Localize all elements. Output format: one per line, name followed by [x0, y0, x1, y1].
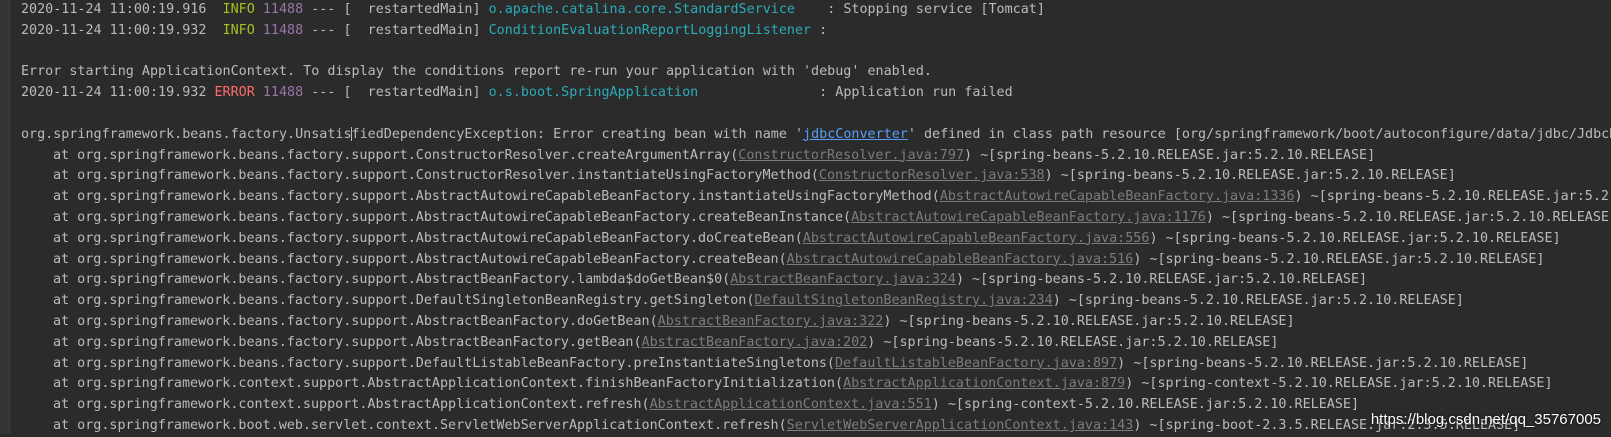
log-logger: o.apache.catalina.core.StandardService — [488, 2, 820, 17]
log-thread: --- [ restartedMain] — [311, 22, 481, 38]
frame-text: at org.springframework.beans.factory.sup… — [53, 230, 803, 246]
frame-jar: ) ~[spring-context-5.2.10.RELEASE.jar:5.… — [1125, 376, 1553, 392]
frame-text: at org.springframework.beans.factory.sup… — [53, 272, 731, 288]
exception-text: ' defined in class path resource [org/sp… — [907, 126, 1611, 142]
source-link[interactable]: DefaultSingletonBeanRegistry.java:234 — [754, 293, 1052, 308]
frame-text: at org.springframework.beans.factory.sup… — [53, 334, 642, 350]
stack-frame: at org.springframework.beans.factory.sup… — [21, 333, 1611, 354]
console-output[interactable]: 2020-11-24 11:00:19.916 INFO 11488 --- [… — [21, 0, 1611, 437]
log-line: 2020-11-24 11:00:19.932 ERROR 11488 --- … — [21, 83, 1611, 104]
source-link[interactable]: DefaultListableBeanFactory.java:897 — [835, 356, 1117, 371]
stack-frame: at org.springframework.beans.factory.sup… — [21, 166, 1611, 187]
source-link[interactable]: AbstractApplicationContext.java:551 — [650, 397, 932, 412]
frame-text: at org.springframework.beans.factory.sup… — [53, 293, 755, 309]
stack-frame: at org.springframework.context.support.A… — [21, 374, 1611, 395]
source-link[interactable]: AbstractAutowireCapableBeanFactory.java:… — [851, 210, 1206, 225]
frame-text: at org.springframework.context.support.A… — [53, 397, 650, 413]
log-pid: 11488 — [262, 2, 304, 17]
frame-jar: ) ~[spring-beans-5.2.10.RELEASE.jar:5.2.… — [1117, 355, 1529, 371]
frame-text: at org.springframework.beans.factory.sup… — [53, 189, 940, 205]
log-pid: 11488 — [262, 22, 304, 38]
stack-frame: at org.springframework.beans.factory.sup… — [21, 187, 1611, 208]
log-message: : Stopping service [Tomcat] — [827, 2, 1045, 17]
exception-text: org.springframework.beans.factory.Unsati… — [21, 126, 352, 142]
source-link[interactable]: AbstractBeanFactory.java:202 — [642, 335, 868, 350]
stack-frame: at org.springframework.beans.factory.sup… — [21, 208, 1611, 229]
source-link[interactable]: AbstractAutowireCapableBeanFactory.java:… — [803, 231, 1150, 246]
stack-frame: at org.springframework.beans.factory.sup… — [21, 354, 1611, 375]
log-level: ERROR — [214, 85, 255, 101]
log-timestamp: 2020-11-24 11:00:19.932 — [21, 22, 207, 38]
source-link[interactable]: AbstractBeanFactory.java:324 — [730, 272, 956, 287]
source-link[interactable]: AbstractApplicationContext.java:879 — [843, 376, 1125, 391]
editor-gutter — [0, 0, 10, 434]
frame-jar: ) ~[spring-beans-5.2.10.RELEASE.jar:5.2.… — [1133, 251, 1545, 267]
log-message: : — [819, 22, 828, 38]
log-message: Error starting ApplicationContext. To di… — [21, 64, 932, 80]
log-thread: --- [ restartedMain] — [311, 85, 481, 101]
frame-jar: ) ~[spring-beans-5.2.10.RELEASE.jar:5.2.… — [867, 334, 1279, 350]
log-logger: ConditionEvaluationReportLoggingListener — [488, 22, 820, 38]
frame-text: at org.springframework.beans.factory.sup… — [53, 313, 658, 329]
frame-jar: ) ~[spring-context-5.2.10.RELEASE.jar:5.… — [931, 397, 1360, 413]
stack-frame: at org.springframework.beans.factory.sup… — [21, 229, 1611, 250]
source-link[interactable]: AbstractAutowireCapableBeanFactory.java:… — [787, 252, 1134, 267]
source-link[interactable]: ServletWebServerApplicationContext.java:… — [787, 418, 1134, 433]
frame-jar: ) ~[spring-beans-5.2.10.RELEASE.jar:5.2.… — [1149, 230, 1561, 246]
log-line: 2020-11-24 11:00:19.916 INFO 11488 --- [… — [21, 0, 1611, 21]
frame-text: at org.springframework.context.support.A… — [53, 376, 844, 392]
log-timestamp: 2020-11-24 11:00:19.932 — [21, 85, 207, 101]
log-line: Error starting ApplicationContext. To di… — [21, 62, 1611, 83]
stack-frame: at org.springframework.beans.factory.sup… — [21, 250, 1611, 271]
frame-text: at org.springframework.beans.factory.sup… — [53, 168, 819, 184]
frame-jar: ) ~[spring-beans-5.2.10.RELEASE.jar:5.2.… — [1294, 189, 1611, 205]
log-level: INFO — [222, 2, 255, 17]
log-line: 2020-11-24 11:00:19.932 INFO 11488 --- [… — [21, 21, 1611, 42]
log-pid: 11488 — [262, 85, 304, 101]
log-message: : Application run failed — [819, 85, 1013, 101]
stack-frame: at org.springframework.beans.factory.sup… — [21, 291, 1611, 312]
frame-text: at org.springframework.beans.factory.sup… — [53, 209, 852, 225]
frame-jar: ) ~[spring-beans-5.2.10.RELEASE.jar:5.2.… — [1052, 293, 1464, 309]
frame-text: at org.springframework.beans.factory.sup… — [53, 355, 835, 371]
exception-line: org.springframework.beans.factory.Unsati… — [21, 125, 1611, 146]
frame-jar: ) ~[spring-beans-5.2.10.RELEASE.jar:5.2.… — [1205, 209, 1611, 225]
frame-jar: ) ~[spring-beans-5.2.10.RELEASE.jar:5.2.… — [964, 147, 1376, 163]
source-link[interactable]: ConstructorResolver.java:797 — [738, 148, 964, 163]
frame-jar: ) ~[spring-beans-5.2.10.RELEASE.jar:5.2.… — [955, 272, 1368, 288]
frame-jar: ) ~[spring-beans-5.2.10.RELEASE.jar:5.2.… — [1044, 168, 1456, 184]
stack-frame: at org.springframework.beans.factory.sup… — [21, 312, 1611, 333]
log-timestamp: 2020-11-24 11:00:19.916 — [21, 2, 207, 17]
frame-text: at org.springframework.beans.factory.sup… — [53, 251, 787, 267]
frame-text: at org.springframework.beans.factory.sup… — [53, 147, 739, 163]
frame-text: at org.springframework.boot.web.servlet.… — [53, 417, 787, 433]
log-logger: o.s.boot.SpringApplication — [488, 85, 820, 101]
log-thread: --- [ restartedMain] — [311, 2, 481, 17]
source-link[interactable]: ConstructorResolver.java:538 — [819, 168, 1045, 183]
stack-frame: at org.springframework.beans.factory.sup… — [21, 270, 1611, 291]
bean-link[interactable]: jdbcConverter — [803, 127, 908, 142]
watermark: https://blog.csdn.net/qq_35767005 — [1370, 411, 1601, 428]
log-level: INFO — [222, 22, 255, 38]
stack-frame: at org.springframework.beans.factory.sup… — [21, 146, 1611, 167]
exception-text: fiedDependencyException: Error creating … — [351, 126, 804, 142]
frame-jar: ) ~[spring-beans-5.2.10.RELEASE.jar:5.2.… — [883, 313, 1295, 329]
source-link[interactable]: AbstractBeanFactory.java:322 — [658, 314, 884, 329]
source-link[interactable]: AbstractAutowireCapableBeanFactory.java:… — [940, 189, 1295, 204]
